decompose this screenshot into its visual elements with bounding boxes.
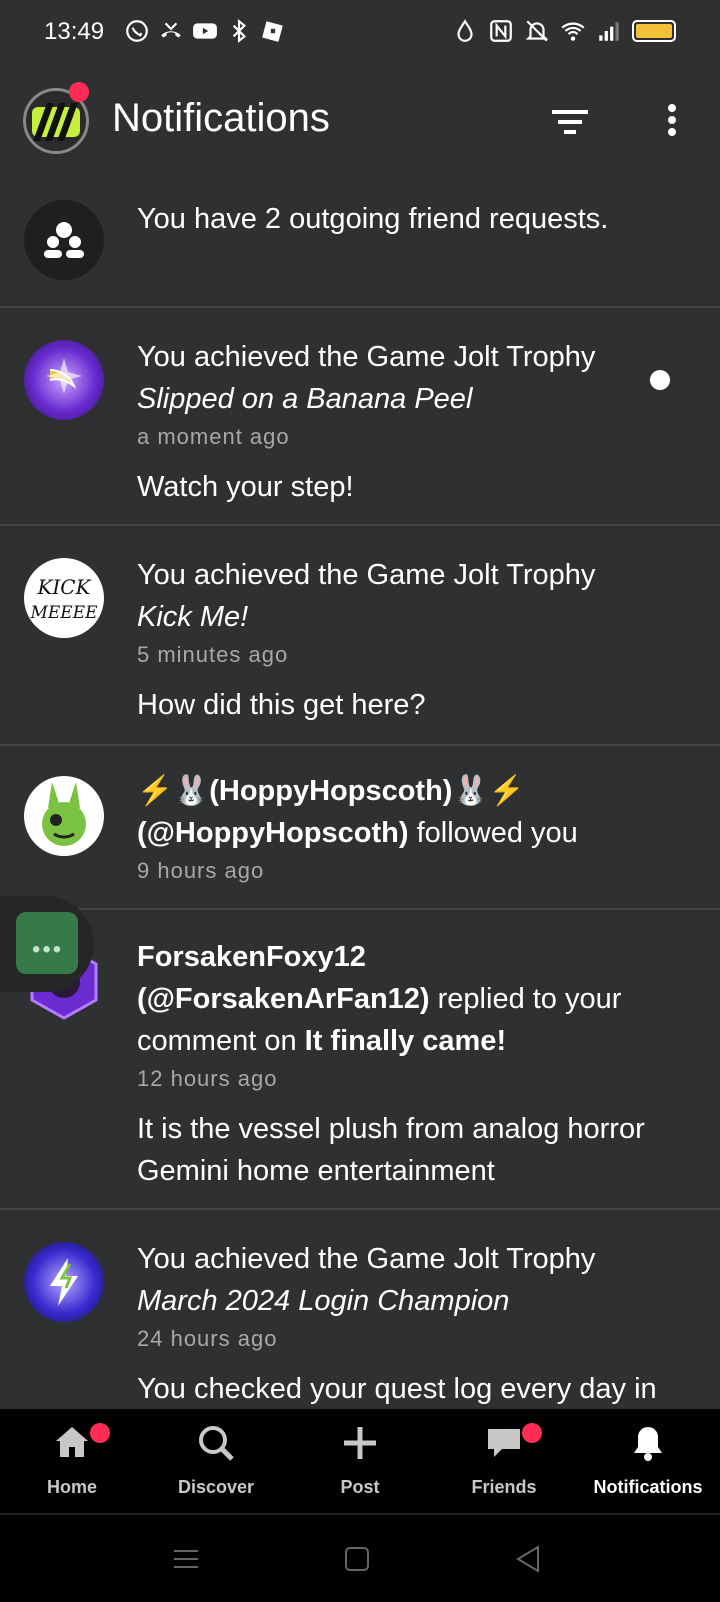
floating-chat-button[interactable]: ••• — [0, 896, 94, 992]
notification-time: a moment ago — [137, 424, 290, 449]
search-icon — [199, 1426, 234, 1461]
bell-icon — [634, 1427, 662, 1461]
data-saver-icon — [457, 19, 473, 42]
friends-badge — [522, 1423, 542, 1443]
system-navigation-bar — [0, 1513, 720, 1602]
notification-prefix: You achieved the Game Jolt Trophy — [137, 1243, 596, 1275]
trophy-description: How did this get here? — [137, 689, 426, 721]
tab-label: Notifications — [593, 1477, 703, 1497]
notification-item[interactable]: ForsakenFoxy12 (@ForsakenArFan12) replie… — [0, 910, 720, 1210]
bottom-tab-bar: Home Discover Post Friends Notifications — [0, 1409, 720, 1513]
status-bar: 13:49 — [0, 0, 720, 66]
tab-home[interactable]: Home — [0, 1409, 144, 1513]
notification-action: followed you — [416, 817, 578, 849]
user-display-name[interactable]: ForsakenFoxy12 — [137, 941, 366, 973]
home-nav-icon[interactable] — [339, 1541, 375, 1577]
more-options-icon[interactable] — [652, 100, 696, 144]
tab-friends[interactable]: Friends — [432, 1409, 576, 1513]
tab-label: Friends — [471, 1477, 537, 1497]
notification-item[interactable]: You achieved the Game Jolt Trophy Slippe… — [0, 308, 720, 526]
trophy-name[interactable]: March 2024 Login Champion — [137, 1285, 509, 1317]
tab-post[interactable]: Post — [288, 1409, 432, 1513]
status-left-icons — [124, 18, 286, 44]
trophy-avatar-kick-me: KICK MEEEE — [24, 558, 104, 638]
notification-item[interactable]: KICK MEEEE You achieved the Game Jolt Tr… — [0, 526, 720, 746]
user-handle[interactable]: (@ForsakenArFan12) — [137, 983, 430, 1015]
trophy-avatar-login-champion — [24, 1242, 104, 1322]
user-display-name[interactable]: ⚡🐰(HoppyHopscoth)🐰⚡ — [137, 775, 525, 807]
banana-trophy-icon — [46, 358, 82, 394]
post-title[interactable]: It finally came! — [305, 1025, 506, 1057]
notification-list: You have 2 outgoing friend requests. You… — [0, 176, 720, 1430]
tab-discover[interactable]: Discover — [144, 1409, 288, 1513]
ellipsis-icon: ••• — [32, 936, 64, 963]
notification-item[interactable]: ⚡🐰(HoppyHopscoth)🐰⚡ (@HoppyHopscoth) fol… — [0, 746, 720, 910]
trophy-description: You checked your quest log every day in — [137, 1373, 657, 1405]
users-icon — [44, 222, 84, 258]
notification-time: 9 hours ago — [137, 858, 265, 883]
notification-time: 5 minutes ago — [137, 642, 289, 667]
notification-text: You have 2 outgoing friend requests. — [137, 203, 609, 235]
youtube-icon — [193, 23, 217, 39]
bunny-avatar-icon — [42, 782, 86, 846]
home-badge — [90, 1423, 110, 1443]
notification-item[interactable]: You have 2 outgoing friend requests. — [0, 176, 720, 308]
status-right-icons — [452, 18, 676, 44]
roblox-icon — [262, 21, 283, 42]
trophy-description: Watch your step! — [137, 471, 354, 503]
chat-icon — [488, 1429, 520, 1457]
wifi-icon — [561, 22, 585, 41]
missed-call-icon — [161, 22, 181, 38]
kick-me-avatar-text-2: MEEEE — [29, 603, 98, 623]
signal-icon — [599, 22, 619, 41]
kick-me-avatar-text-1: KICK — [36, 575, 91, 599]
friend-requests-avatar — [24, 200, 104, 280]
trophy-name[interactable]: Slipped on a Banana Peel — [137, 383, 472, 415]
battery-icon — [632, 20, 676, 42]
mute-icon — [525, 20, 549, 42]
nfc-icon — [490, 20, 512, 42]
comment-text: It is the vessel plush from analog horro… — [137, 1113, 645, 1187]
user-handle[interactable]: (@HoppyHopscoth) — [137, 817, 409, 849]
bluetooth-icon — [232, 18, 247, 44]
lightning-trophy-icon — [50, 1258, 78, 1306]
trophy-avatar-banana — [24, 340, 104, 420]
notification-item[interactable]: You achieved the Game Jolt Trophy March … — [0, 1210, 720, 1430]
tab-label: Discover — [177, 1477, 255, 1497]
page-title: Notifications — [112, 96, 330, 140]
whatsapp-icon — [126, 20, 148, 42]
tab-label: Post — [340, 1477, 380, 1497]
back-icon[interactable] — [510, 1541, 546, 1577]
notification-time: 12 hours ago — [137, 1066, 278, 1091]
unread-indicator — [650, 370, 670, 390]
status-time: 13:49 — [44, 18, 105, 45]
tab-notifications[interactable]: Notifications — [576, 1409, 720, 1513]
notification-time: 24 hours ago — [137, 1326, 278, 1351]
logo-notification-dot — [69, 82, 89, 102]
tab-label: Home — [46, 1477, 97, 1497]
app-header: Notifications — [0, 74, 720, 170]
recent-apps-icon[interactable] — [168, 1541, 204, 1577]
notification-prefix: You achieved the Game Jolt Trophy — [137, 341, 596, 373]
plus-icon — [344, 1427, 376, 1459]
filter-icon[interactable] — [548, 100, 592, 144]
trophy-name[interactable]: Kick Me! — [137, 601, 248, 633]
home-icon — [56, 1427, 88, 1457]
user-avatar-hoppy[interactable] — [24, 776, 104, 856]
notification-prefix: You achieved the Game Jolt Trophy — [137, 559, 596, 591]
